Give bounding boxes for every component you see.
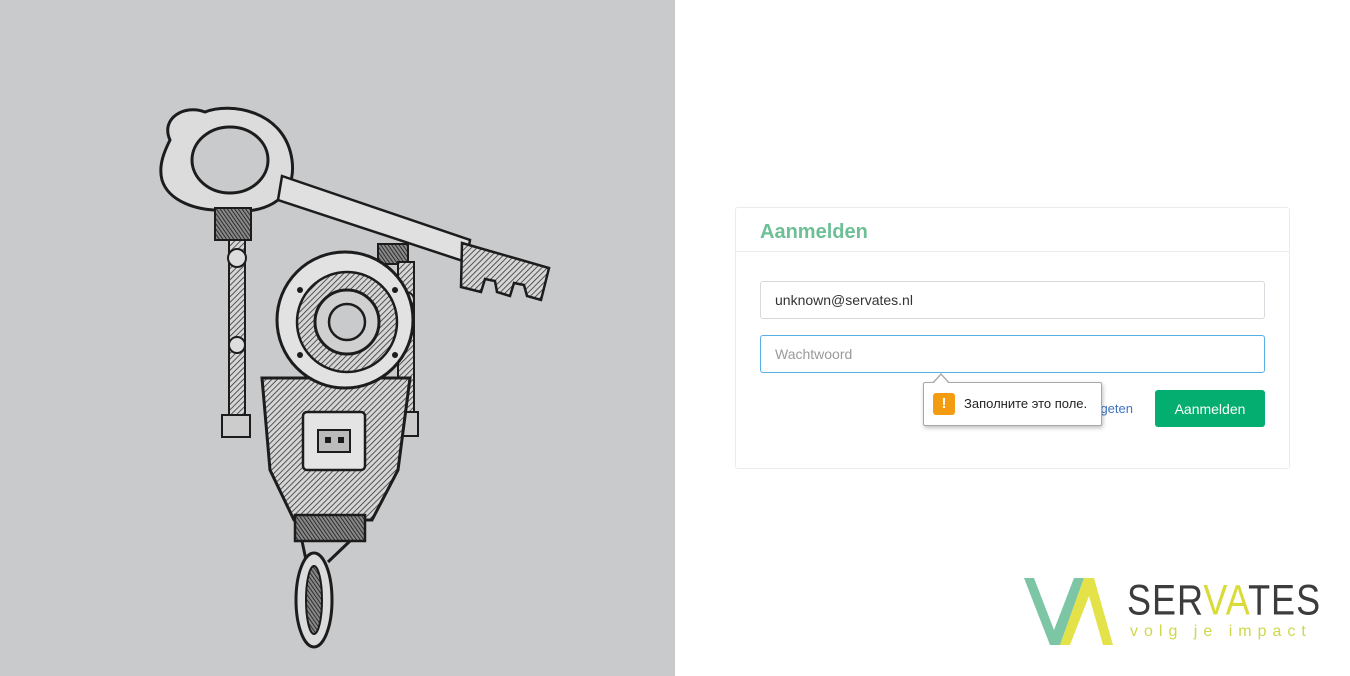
servates-logo-icon — [1024, 578, 1113, 645]
password-field[interactable] — [760, 335, 1265, 373]
key-collar — [214, 207, 252, 241]
tooltip-message: Заполните это поле. — [964, 396, 1088, 411]
email-field[interactable] — [760, 281, 1265, 319]
login-title: Aanmelden — [760, 221, 868, 243]
left-arm-joint — [227, 248, 247, 268]
chest-dot — [338, 437, 344, 443]
login-card: Aanmelden geten Aanmelden — [735, 207, 1290, 469]
robot-base — [293, 513, 367, 543]
logo-wordmark-part: TES — [1248, 575, 1322, 624]
left-arm-joint — [228, 336, 246, 354]
key-ring-hole — [190, 125, 270, 195]
logo-wordmark: SERVATES — [1127, 578, 1321, 621]
login-button[interactable]: Aanmelden — [1155, 390, 1265, 427]
warning-icon: ! — [933, 393, 955, 415]
robot-head — [275, 250, 415, 390]
forgot-password-link[interactable]: geten — [1100, 401, 1133, 417]
eye-lens — [327, 302, 367, 342]
logo-tagline: volg je impact — [1130, 623, 1312, 640]
logo-wordmark-accent: VA — [1203, 575, 1249, 624]
head-bolt — [297, 352, 303, 358]
left-arm — [214, 207, 252, 438]
chest-dot — [325, 437, 331, 443]
key-robot-illustration — [159, 106, 551, 649]
left-arm-rod — [228, 239, 246, 431]
login-card-header: Aanmelden — [736, 208, 1289, 252]
wheel-hub — [305, 565, 323, 635]
validation-tooltip: ! Заполните это поле. — [923, 373, 1102, 426]
tooltip-arrow-fill — [933, 375, 949, 384]
head-bolt — [392, 287, 398, 293]
illustration-panel — [0, 0, 675, 676]
left-hand — [221, 414, 251, 438]
key-ring — [159, 106, 294, 213]
wheel-strut — [326, 539, 352, 564]
logo-wordmark-part: SER — [1127, 575, 1204, 624]
robot-wheel — [294, 539, 352, 649]
chest-plate — [317, 429, 351, 453]
head-bolt — [297, 287, 303, 293]
robot-body — [260, 376, 412, 543]
key-bit — [459, 241, 551, 302]
head-bolt — [392, 352, 398, 358]
key-shaft-bar — [276, 174, 472, 264]
